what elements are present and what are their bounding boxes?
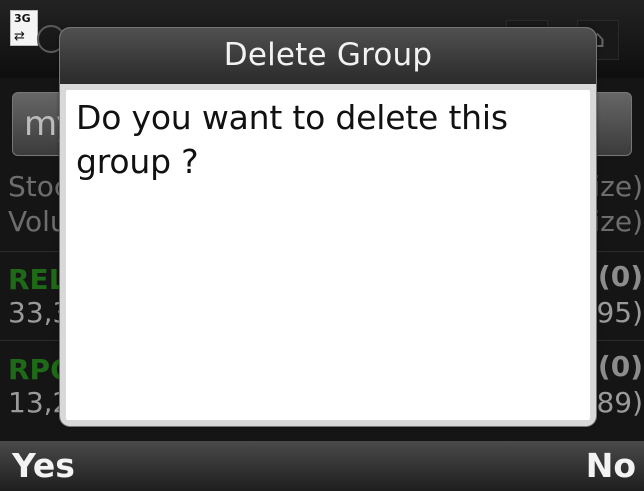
dialog-message: Do you want to delete this group ? [76, 98, 508, 181]
yes-button[interactable]: Yes [12, 449, 75, 482]
background-info-left-2: Volu [8, 205, 68, 238]
background-info-right-1: ize) [592, 170, 643, 203]
dialog-header: Delete Group [60, 28, 596, 84]
background-info-right-2: ize) [592, 205, 643, 238]
delete-group-dialog: Delete Group Do you want to delete this … [60, 28, 596, 426]
network-status-icon: 3G ⇄ [10, 10, 38, 46]
data-transfer-icon: ⇄ [14, 29, 25, 44]
dialog-body: Do you want to delete this group ? [66, 90, 590, 420]
mobile-screen: 3G ⇄ ⌂ my Stoc ize) Volu ize) REL 33,3 D… [0, 0, 644, 491]
network-status-label: 3G [14, 12, 31, 25]
dialog-title: Delete Group [223, 37, 433, 73]
no-button[interactable]: No [586, 449, 636, 482]
stock-row-1-name: REL [8, 263, 67, 296]
softkey-bar: Yes No [0, 441, 644, 491]
